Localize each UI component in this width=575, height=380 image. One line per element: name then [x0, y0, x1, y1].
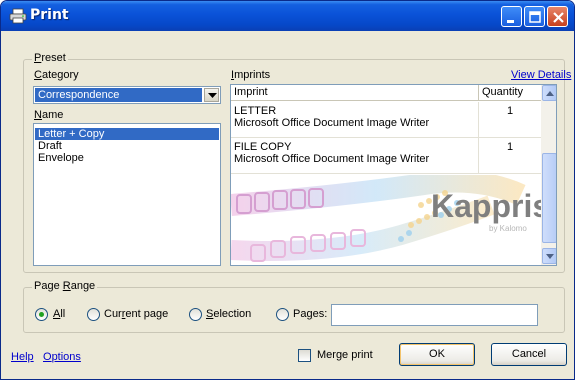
column-header-quantity[interactable]: Quantity	[479, 85, 541, 101]
imprint-name: FILE COPY	[234, 141, 292, 153]
page-range-label: Page Range	[32, 280, 98, 292]
ok-button[interactable]: OK	[399, 343, 475, 366]
imprint-quantity: 1	[506, 141, 514, 153]
kappris-logo-background: Kappris by Kalomo	[231, 170, 550, 265]
radio-pages-label[interactable]: Pages:	[293, 308, 327, 320]
merge-print-label[interactable]: Merge print	[317, 349, 373, 361]
imprint-printer: Microsoft Office Document Image Writer	[234, 153, 430, 165]
radio-pages[interactable]	[276, 308, 289, 321]
category-label: Category	[34, 69, 79, 81]
column-header-imprint[interactable]: Imprint	[231, 85, 479, 101]
merge-print-checkbox[interactable]	[298, 349, 311, 362]
list-item[interactable]: Draft	[35, 140, 219, 152]
imprints-table[interactable]: Imprint Quantity LETTER Microsoft Office…	[230, 84, 557, 266]
pages-input[interactable]	[331, 304, 538, 326]
title-bar[interactable]: Print	[1, 1, 574, 31]
list-item[interactable]: Letter + Copy	[35, 128, 219, 140]
help-link[interactable]: Help	[11, 351, 34, 363]
list-item[interactable]: Envelope	[35, 152, 219, 164]
imprint-printer: Microsoft Office Document Image Writer	[234, 117, 430, 129]
maximize-button[interactable]	[524, 6, 545, 27]
kappris-logo-text: Kappris	[431, 188, 541, 224]
cancel-button[interactable]: Cancel	[491, 343, 567, 366]
radio-current-page-label[interactable]: Current page	[104, 308, 168, 320]
radio-all[interactable]	[35, 308, 48, 321]
radio-selection[interactable]	[189, 308, 202, 321]
category-select[interactable]: Correspondence	[33, 86, 221, 104]
radio-selected-dot	[39, 312, 44, 317]
kappris-logo-subtext: by Kalomo	[489, 224, 527, 233]
radio-current-page[interactable]	[87, 308, 100, 321]
radio-selection-label[interactable]: Selection	[206, 308, 251, 320]
options-link[interactable]: Options	[43, 351, 81, 363]
view-details-link[interactable]: View Details	[511, 69, 571, 81]
close-button[interactable]	[547, 6, 568, 27]
table-row[interactable]: LETTER Microsoft Office Document Image W…	[231, 102, 541, 138]
imprints-header: Imprint Quantity	[231, 85, 541, 101]
preset-label: Preset	[32, 52, 68, 64]
imprint-name: LETTER	[234, 105, 277, 117]
printer-icon	[9, 8, 27, 24]
table-row[interactable]: FILE COPY Microsoft Office Document Imag…	[231, 138, 541, 174]
name-list[interactable]: Letter + Copy Draft Envelope	[33, 123, 221, 266]
radio-all-label[interactable]: All	[53, 308, 65, 320]
print-dialog: Print Preset Category Correspondence Nam…	[0, 0, 575, 380]
minimize-button[interactable]	[501, 6, 522, 27]
imprint-quantity: 1	[506, 105, 514, 117]
name-label: Name	[34, 109, 64, 121]
imprints-scrollbar[interactable]	[541, 85, 556, 265]
logo-graphic: Kappris by Kalomo	[231, 170, 550, 262]
imprints-label: Imprints	[231, 69, 271, 81]
dropdown-arrow-icon[interactable]	[204, 88, 219, 102]
scrollbar-thumb[interactable]	[542, 153, 556, 243]
window-title: Print	[30, 7, 69, 23]
scroll-up-arrow-icon[interactable]	[542, 85, 556, 101]
scroll-down-arrow-icon[interactable]	[542, 248, 556, 264]
category-value: Correspondence	[35, 88, 202, 102]
